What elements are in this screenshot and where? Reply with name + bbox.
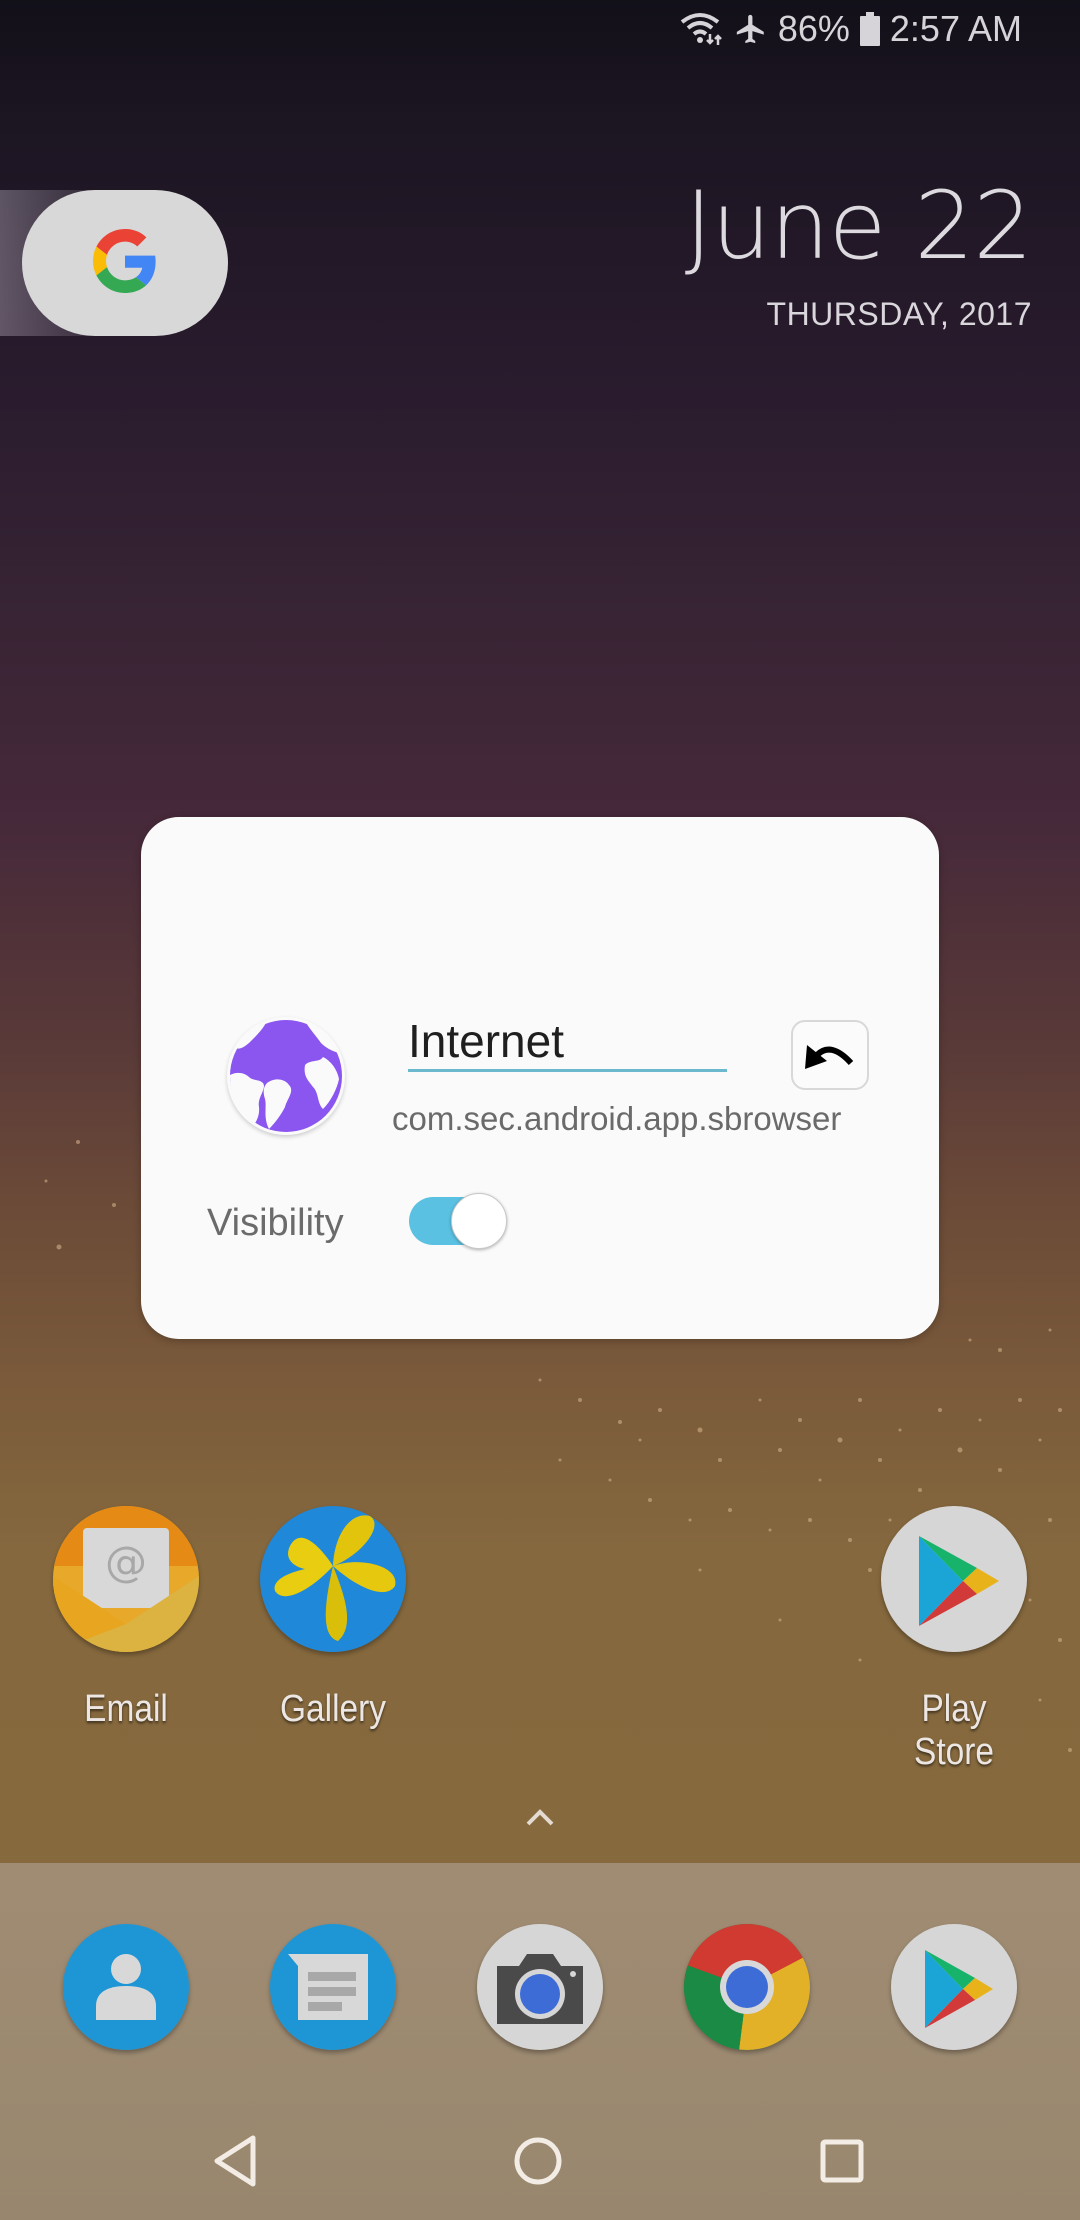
date-widget-date[interactable]: June 22 — [685, 172, 1033, 281]
battery-icon — [859, 12, 880, 46]
gallery-icon — [260, 1506, 406, 1652]
date-widget-weekday-year: THURSDAY, 2017 — [766, 296, 1032, 332]
toggle-thumb — [451, 1193, 507, 1249]
chrome-icon — [684, 1924, 810, 2050]
airplane-icon — [734, 12, 768, 46]
recents-icon — [819, 2138, 865, 2189]
app-name-input[interactable] — [408, 1012, 727, 1072]
home-app-label: Email — [84, 1688, 168, 1730]
home-button[interactable] — [508, 2133, 568, 2193]
google-g-icon — [93, 228, 157, 298]
dock-app-messages[interactable] — [270, 1924, 396, 2050]
recents-button[interactable] — [812, 2133, 872, 2193]
undo-icon — [803, 1035, 857, 1076]
play-store-icon — [881, 1506, 1027, 1652]
dock-app-camera[interactable] — [477, 1924, 603, 2050]
chevron-up-icon — [520, 1809, 560, 1836]
back-icon — [211, 2134, 261, 2193]
home-app-label: Play Store — [914, 1688, 994, 1773]
dock-app-chrome[interactable] — [684, 1924, 810, 2050]
app-drawer-button[interactable] — [520, 1802, 560, 1832]
contacts-icon — [63, 1924, 189, 2050]
clock: 2:57 AM — [889, 8, 1022, 49]
email-icon: @ — [53, 1506, 199, 1652]
visibility-label: Visibility — [207, 1202, 344, 1244]
home-app-label: Gallery — [280, 1688, 386, 1730]
dock-app-play-store[interactable] — [891, 1924, 1017, 2050]
camera-icon — [477, 1924, 603, 2050]
package-name: com.sec.android.app.sbrowser — [392, 1100, 842, 1137]
svg-text:@: @ — [105, 1537, 147, 1586]
visibility-toggle[interactable] — [409, 1193, 509, 1249]
play-store-icon — [891, 1924, 1017, 2050]
home-icon — [512, 2135, 564, 2192]
home-app-email[interactable]: @ Email — [41, 1506, 211, 1731]
wifi-data-icon — [680, 12, 724, 46]
home-app-play-store[interactable]: Play Store — [869, 1506, 1039, 1774]
google-search-widget[interactable] — [22, 190, 228, 336]
edit-app-dialog: com.sec.android.app.sbrowser Visibility — [141, 817, 939, 1339]
internet-globe-icon — [227, 1017, 345, 1135]
battery-percent: 86% — [777, 8, 850, 49]
back-button[interactable] — [206, 2133, 266, 2193]
dock-app-contacts[interactable] — [63, 1924, 189, 2050]
home-app-gallery[interactable]: Gallery — [248, 1506, 418, 1731]
messages-icon — [270, 1924, 396, 2050]
undo-button[interactable] — [791, 1020, 869, 1090]
status-bar: 86% 2:57 AM — [0, 0, 1080, 66]
